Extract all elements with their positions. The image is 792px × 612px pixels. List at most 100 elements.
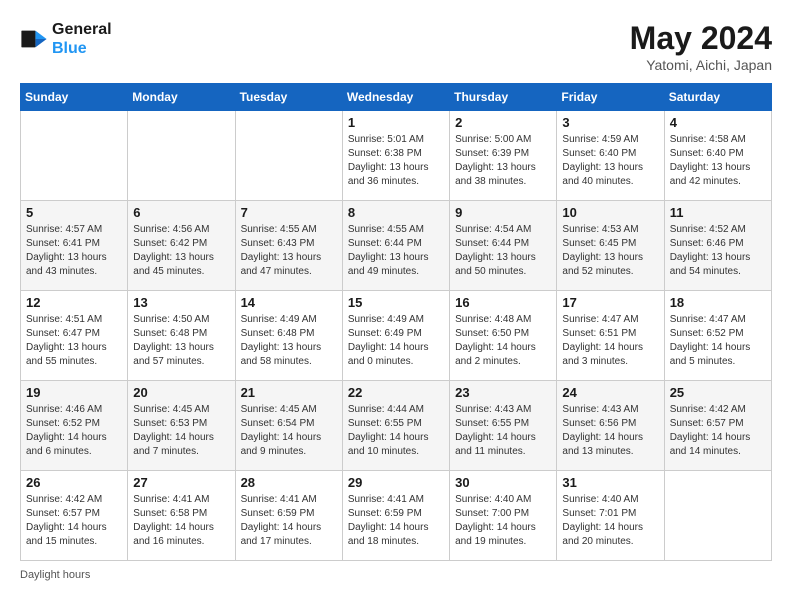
logo-text: General Blue: [52, 20, 112, 58]
calendar-week-row: 1 Sunrise: 5:01 AM Sunset: 6:38 PM Daylig…: [21, 111, 772, 201]
day-info: Sunrise: 4:42 AM Sunset: 6:57 PM Dayligh…: [670, 403, 766, 459]
daylight-hours-label: Daylight hours: [20, 569, 90, 581]
day-of-week-header: Sunday: [21, 84, 128, 111]
calendar-cell: 26Sunrise: 4:42 AM Sunset: 6:57 PM Dayli…: [21, 471, 128, 561]
day-info: Sunrise: 4:50 AM Sunset: 6:48 PM Dayligh…: [133, 313, 229, 369]
month-title: May 2024: [630, 20, 772, 57]
calendar-header: SundayMondayTuesdayWednesdayThursdayFrid…: [21, 84, 772, 111]
footer: Daylight hours: [20, 569, 772, 581]
page-header: General Blue May 2024 Yatomi, Aichi, Jap…: [20, 20, 772, 73]
day-number: 17: [562, 295, 658, 310]
day-info: Sunrise: 4:47 AM Sunset: 6:52 PM Dayligh…: [670, 313, 766, 369]
day-number: 1: [348, 115, 444, 130]
day-info: Sunrise: 4:43 AM Sunset: 6:56 PM Dayligh…: [562, 403, 658, 459]
calendar-week-row: 5Sunrise: 4:57 AM Sunset: 6:41 PM Daylig…: [21, 201, 772, 291]
day-info: Sunrise: 4:53 AM Sunset: 6:45 PM Dayligh…: [562, 223, 658, 279]
calendar-cell: 14 Sunrise: 4:49 AM Sunset: 6:48 PM Dayli…: [235, 291, 342, 381]
logo: General Blue: [20, 20, 112, 58]
day-info: Sunrise: 4:59 AM Sunset: 6:40 PM Dayligh…: [562, 133, 658, 189]
calendar-cell: 13 Sunrise: 4:50 AM Sunset: 6:48 PM Dayli…: [128, 291, 235, 381]
day-info: Sunrise: 4:40 AM Sunset: 7:01 PM Dayligh…: [562, 493, 658, 549]
day-info: Sunrise: 4:43 AM Sunset: 6:55 PM Dayligh…: [455, 403, 551, 459]
day-number: 25: [670, 385, 766, 400]
calendar-cell: 12Sunrise: 4:51 AM Sunset: 6:47 PM Dayli…: [21, 291, 128, 381]
day-of-week-header: Monday: [128, 84, 235, 111]
day-info: Sunrise: 4:51 AM Sunset: 6:47 PM Dayligh…: [26, 313, 122, 369]
day-number: 29: [348, 475, 444, 490]
day-number: 11: [670, 205, 766, 220]
day-info: Sunrise: 4:41 AM Sunset: 6:59 PM Dayligh…: [348, 493, 444, 549]
calendar-cell: 16 Sunrise: 4:48 AM Sunset: 6:50 PM Dayli…: [450, 291, 557, 381]
calendar-cell: 11 Sunrise: 4:52 AM Sunset: 6:46 PM Dayli…: [664, 201, 771, 291]
day-info: Sunrise: 4:58 AM Sunset: 6:40 PM Dayligh…: [670, 133, 766, 189]
calendar-cell: 4 Sunrise: 4:58 AM Sunset: 6:40 PM Daylig…: [664, 111, 771, 201]
day-number: 10: [562, 205, 658, 220]
day-info: Sunrise: 4:55 AM Sunset: 6:43 PM Dayligh…: [241, 223, 337, 279]
calendar-cell: 30 Sunrise: 4:40 AM Sunset: 7:00 PM Dayli…: [450, 471, 557, 561]
day-of-week-header: Wednesday: [342, 84, 449, 111]
day-of-week-header: Thursday: [450, 84, 557, 111]
day-info: Sunrise: 4:45 AM Sunset: 6:53 PM Dayligh…: [133, 403, 229, 459]
day-info: Sunrise: 4:45 AM Sunset: 6:54 PM Dayligh…: [241, 403, 337, 459]
day-number: 6: [133, 205, 229, 220]
day-info: Sunrise: 4:54 AM Sunset: 6:44 PM Dayligh…: [455, 223, 551, 279]
day-info: Sunrise: 4:55 AM Sunset: 6:44 PM Dayligh…: [348, 223, 444, 279]
calendar-week-row: 26Sunrise: 4:42 AM Sunset: 6:57 PM Dayli…: [21, 471, 772, 561]
calendar-cell: 22 Sunrise: 4:44 AM Sunset: 6:55 PM Dayli…: [342, 381, 449, 471]
day-number: 19: [26, 385, 122, 400]
day-number: 8: [348, 205, 444, 220]
day-info: Sunrise: 4:44 AM Sunset: 6:55 PM Dayligh…: [348, 403, 444, 459]
day-info: Sunrise: 5:01 AM Sunset: 6:38 PM Dayligh…: [348, 133, 444, 189]
calendar-cell: 27Sunrise: 4:41 AM Sunset: 6:58 PM Dayli…: [128, 471, 235, 561]
calendar-table: SundayMondayTuesdayWednesdayThursdayFrid…: [20, 83, 772, 561]
day-number: 23: [455, 385, 551, 400]
day-number: 5: [26, 205, 122, 220]
day-info: Sunrise: 4:46 AM Sunset: 6:52 PM Dayligh…: [26, 403, 122, 459]
calendar-cell: 29 Sunrise: 4:41 AM Sunset: 6:59 PM Dayli…: [342, 471, 449, 561]
calendar-cell: 23 Sunrise: 4:43 AM Sunset: 6:55 PM Dayli…: [450, 381, 557, 471]
day-info: Sunrise: 4:48 AM Sunset: 6:50 PM Dayligh…: [455, 313, 551, 369]
calendar-cell: 24 Sunrise: 4:43 AM Sunset: 6:56 PM Dayli…: [557, 381, 664, 471]
day-number: 2: [455, 115, 551, 130]
calendar-cell: 2 Sunrise: 5:00 AM Sunset: 6:39 PM Daylig…: [450, 111, 557, 201]
day-number: 24: [562, 385, 658, 400]
day-number: 22: [348, 385, 444, 400]
calendar-cell: 5Sunrise: 4:57 AM Sunset: 6:41 PM Daylig…: [21, 201, 128, 291]
calendar-cell: 9Sunrise: 4:54 AM Sunset: 6:44 PM Daylig…: [450, 201, 557, 291]
day-info: Sunrise: 4:56 AM Sunset: 6:42 PM Dayligh…: [133, 223, 229, 279]
calendar-cell: [664, 471, 771, 561]
day-number: 3: [562, 115, 658, 130]
days-of-week-row: SundayMondayTuesdayWednesdayThursdayFrid…: [21, 84, 772, 111]
day-number: 16: [455, 295, 551, 310]
calendar-cell: 21Sunrise: 4:45 AM Sunset: 6:54 PM Dayli…: [235, 381, 342, 471]
day-number: 18: [670, 295, 766, 310]
day-info: Sunrise: 4:49 AM Sunset: 6:48 PM Dayligh…: [241, 313, 337, 369]
day-number: 4: [670, 115, 766, 130]
calendar-cell: 6 Sunrise: 4:56 AM Sunset: 6:42 PM Daylig…: [128, 201, 235, 291]
day-number: 31: [562, 475, 658, 490]
day-number: 14: [241, 295, 337, 310]
calendar-cell: 25 Sunrise: 4:42 AM Sunset: 6:57 PM Dayli…: [664, 381, 771, 471]
calendar-cell: [128, 111, 235, 201]
calendar-cell: 28Sunrise: 4:41 AM Sunset: 6:59 PM Dayli…: [235, 471, 342, 561]
calendar-cell: 20 Sunrise: 4:45 AM Sunset: 6:53 PM Dayli…: [128, 381, 235, 471]
calendar-cell: 7Sunrise: 4:55 AM Sunset: 6:43 PM Daylig…: [235, 201, 342, 291]
calendar-cell: 15Sunrise: 4:49 AM Sunset: 6:49 PM Dayli…: [342, 291, 449, 381]
day-number: 28: [241, 475, 337, 490]
day-number: 30: [455, 475, 551, 490]
day-number: 20: [133, 385, 229, 400]
day-info: Sunrise: 4:52 AM Sunset: 6:46 PM Dayligh…: [670, 223, 766, 279]
day-of-week-header: Saturday: [664, 84, 771, 111]
title-block: May 2024 Yatomi, Aichi, Japan: [630, 20, 772, 73]
day-number: 27: [133, 475, 229, 490]
calendar-body: 1 Sunrise: 5:01 AM Sunset: 6:38 PM Daylig…: [21, 111, 772, 561]
day-number: 13: [133, 295, 229, 310]
day-of-week-header: Friday: [557, 84, 664, 111]
day-info: Sunrise: 4:40 AM Sunset: 7:00 PM Dayligh…: [455, 493, 551, 549]
calendar-cell: 10 Sunrise: 4:53 AM Sunset: 6:45 PM Dayli…: [557, 201, 664, 291]
day-info: Sunrise: 5:00 AM Sunset: 6:39 PM Dayligh…: [455, 133, 551, 189]
calendar-cell: 31 Sunrise: 4:40 AM Sunset: 7:01 PM Dayli…: [557, 471, 664, 561]
calendar-cell: 18 Sunrise: 4:47 AM Sunset: 6:52 PM Dayli…: [664, 291, 771, 381]
calendar-cell: [235, 111, 342, 201]
day-number: 26: [26, 475, 122, 490]
